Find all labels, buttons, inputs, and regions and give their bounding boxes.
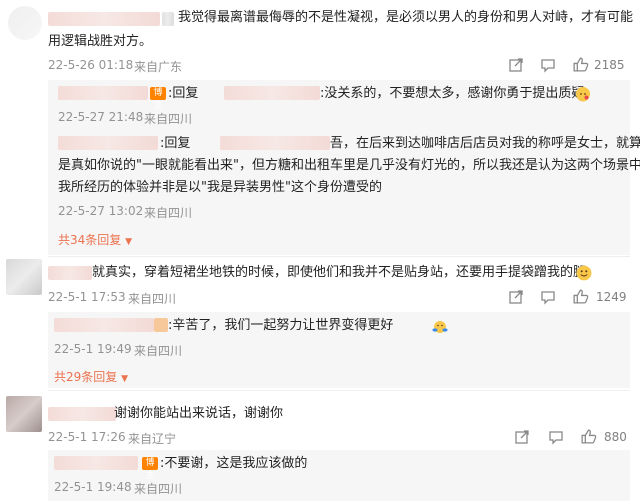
reply-time: 22-5-27 13:02 (58, 204, 144, 218)
comment-text-cont: 用逻辑战胜对方。 (48, 34, 153, 49)
redacted-badge (162, 12, 174, 26)
share-icon[interactable] (508, 289, 524, 309)
more-replies-link[interactable]: 共29条回复 ▼ (54, 368, 128, 385)
redacted-username (54, 318, 154, 332)
share-icon[interactable] (508, 57, 524, 77)
hugging-face-icon (432, 319, 448, 333)
reply-list: 博主 :不要谢，这是我应该做的 22-5-1 19:48 来自四川 (48, 450, 630, 501)
avatar[interactable] (8, 6, 42, 40)
reply-text: 吾，在后来到达咖啡店后店员对我的称呼是女士，就算 (330, 136, 640, 151)
redacted-username (58, 86, 148, 100)
reply-location: 来自四川 (134, 482, 183, 496)
reply-time: 22-5-27 21:48 (58, 110, 144, 124)
redacted-username (58, 136, 158, 150)
kissing-face-icon (576, 87, 590, 102)
reply-location: 来自四川 (134, 344, 183, 358)
chevron-down-icon: ▼ (125, 237, 133, 247)
comment-icon[interactable] (540, 289, 556, 309)
reply-text-cont: 我所经历的体验并非是以"我是异装男性"这个身份遭受的 (58, 180, 382, 195)
avatar[interactable] (6, 259, 42, 295)
reply-time: 22-5-1 19:48 (54, 480, 132, 494)
like-count: 880 (604, 430, 627, 444)
thumbs-up-icon[interactable] (580, 428, 597, 449)
more-replies-link[interactable]: 共34条回复 ▼ (58, 231, 132, 248)
chevron-down-icon: ▼ (121, 374, 129, 384)
thumbs-up-icon[interactable] (572, 288, 589, 309)
reply-text: :不要谢，这是我应该做的 (160, 456, 308, 471)
like-count: 2185 (594, 58, 625, 72)
more-replies-label: 共29条回复 (54, 370, 118, 384)
like-count: 1249 (596, 290, 627, 304)
comment-time: 22-5-1 17:26 (48, 430, 126, 444)
redacted-username (48, 12, 160, 26)
comment-icon[interactable] (548, 429, 564, 449)
redacted-username (48, 407, 116, 421)
comment-text: 我觉得最离谱最侮辱的不是性凝视，是必须以男人的身份和男人对峙，才有可能 (178, 10, 634, 25)
reply-location: 来自四川 (144, 206, 193, 220)
reply-prefix: :回复 (168, 86, 199, 101)
divider (48, 390, 630, 391)
reply-prefix: :回复 (160, 136, 191, 151)
redacted-badge (154, 318, 168, 332)
more-replies-label: 共34条回复 (58, 233, 122, 247)
blogger-badge: 博主 (142, 457, 158, 481)
slightly-smiling-face-icon (576, 265, 592, 281)
reply-list: :辛苦了，我们一起努力让世界变得更好 22-5-1 19:49 来自四川 共29… (48, 312, 630, 388)
reply-time: 22-5-1 19:49 (54, 342, 132, 356)
divider (48, 256, 630, 257)
redacted-username (220, 136, 330, 150)
comment-time: 22-5-1 17:53 (48, 290, 126, 304)
redacted-username (224, 86, 320, 100)
thumbs-up-icon[interactable] (572, 56, 589, 77)
reply-list: 博主 :回复 :没关系的，不要想太多，感谢你勇于提出质疑 22-5-27 21:… (48, 80, 640, 255)
comment-time: 22-5-26 01:18 (48, 58, 134, 72)
blogger-badge: 博主 (150, 87, 166, 111)
share-icon[interactable] (514, 429, 530, 449)
comment-location: 来自四川 (128, 292, 177, 306)
reply-text: :辛苦了，我们一起努力让世界变得更好 (168, 318, 394, 333)
avatar[interactable] (6, 396, 42, 432)
comment-text: 就真实，穿着短裙坐地铁的时候，即使他们和我并不是贴身站，还要用手提袋蹭我的腿 (92, 265, 587, 280)
reply-location: 来自四川 (144, 112, 193, 126)
reply-text-cont: 是真如你说的"一眼就能看出来"，但方糖和出租车里是几乎没有灯光的，所以我还是认为… (58, 158, 640, 173)
redacted-username (48, 266, 92, 280)
redacted-username (54, 456, 138, 470)
comment-icon[interactable] (540, 57, 556, 77)
comment-text: 谢谢你能站出来说话，谢谢你 (114, 406, 284, 421)
comment-location: 来自辽宁 (128, 432, 177, 446)
reply-text: :没关系的，不要想太多，感谢你勇于提出质疑 (320, 86, 585, 101)
comment-location: 来自广东 (134, 60, 183, 74)
